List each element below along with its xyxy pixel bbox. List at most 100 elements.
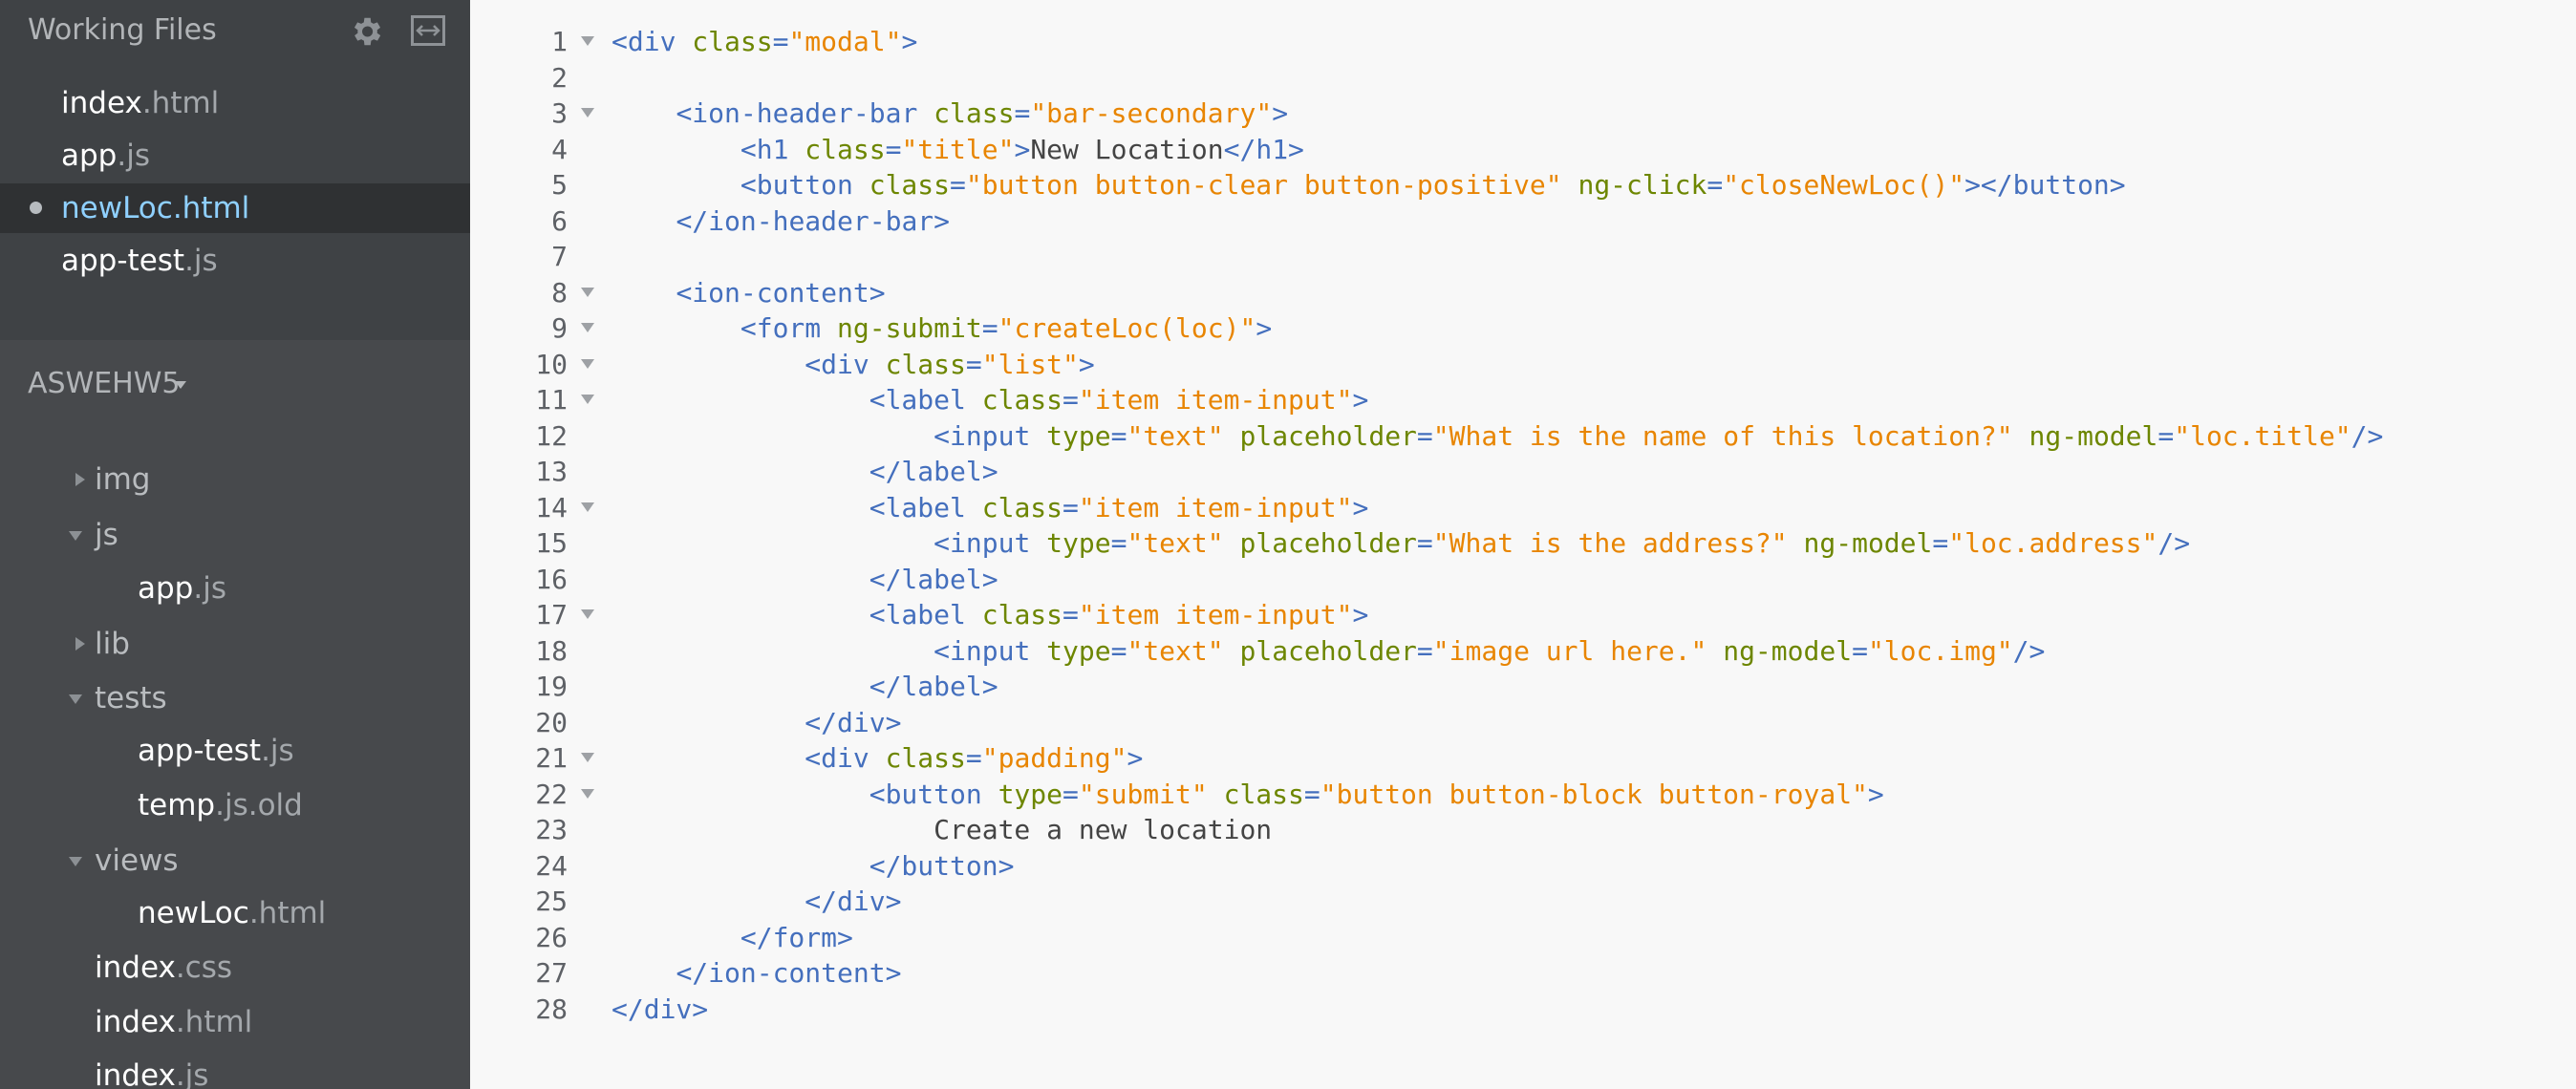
code-line[interactable]: 3 <ion-header-bar class="bar-secondary">	[470, 96, 2576, 132]
folder-name: lib	[95, 627, 130, 661]
split-view-icon[interactable]	[411, 15, 445, 46]
code-line[interactable]: 27 </ion-content>	[470, 955, 2576, 992]
tree-file[interactable]: app.js	[0, 564, 470, 613]
code-line[interactable]: 14 <label class="item item-input">	[470, 490, 2576, 526]
fold-triangle-icon[interactable]	[581, 753, 594, 762]
working-file-item[interactable]: app.js	[0, 131, 470, 181]
working-file-item[interactable]: index.html	[0, 78, 470, 128]
code-token: type	[1046, 527, 1111, 559]
tree-file[interactable]: newLoc.html	[0, 888, 470, 938]
file-extension: .html	[248, 896, 327, 930]
fold-triangle-icon[interactable]	[581, 323, 594, 332]
line-number: 3	[551, 97, 568, 129]
code-token: <input	[934, 634, 1047, 667]
code-token: "text"	[1127, 527, 1224, 559]
code-line[interactable]: 21 <div class="padding">	[470, 740, 2576, 777]
code-line[interactable]: 12 <input type="text" placeholder="What …	[470, 418, 2576, 455]
fold-triangle-icon[interactable]	[581, 287, 594, 297]
file-name: app-test	[61, 244, 185, 278]
line-number: 28	[535, 993, 568, 1025]
code-token: type	[1046, 419, 1111, 452]
code-line[interactable]: 22 <button type="submit" class="button b…	[470, 777, 2576, 813]
collapsed-triangle-icon[interactable]	[72, 619, 91, 669]
code-line[interactable]: 5 <button class="button button-clear but…	[470, 167, 2576, 203]
code-line[interactable]: 26 </form>	[470, 920, 2576, 956]
code-token: class	[1223, 778, 1304, 810]
project-header[interactable]: ASWEHW5	[0, 346, 470, 428]
code-line[interactable]: 28 </div>	[470, 992, 2576, 1028]
folder-name: js	[95, 518, 118, 552]
fold-triangle-icon[interactable]	[581, 108, 594, 117]
tree-file[interactable]: temp.js.old	[0, 780, 470, 830]
code-token: </label>	[869, 456, 998, 487]
project-name[interactable]: ASWEHW5	[28, 367, 181, 400]
code-line[interactable]: 18 <input type="text" placeholder="image…	[470, 633, 2576, 670]
code-line[interactable]: 20 </div>	[470, 705, 2576, 741]
code-line[interactable]: 16 </label>	[470, 562, 2576, 598]
project-dropdown-icon[interactable]	[175, 381, 186, 389]
code-line[interactable]: 19 </label>	[470, 669, 2576, 705]
line-number: 16	[535, 563, 568, 595]
code-line[interactable]: 4 <h1 class="title">New Location</h1>	[470, 132, 2576, 168]
code-token: "button button-clear button-positive"	[965, 169, 1562, 201]
tree-file[interactable]: index.js	[0, 1051, 470, 1089]
file-name: app	[61, 139, 118, 173]
code-line[interactable]: 17 <label class="item item-input">	[470, 597, 2576, 633]
code-token: </ion-header-bar>	[676, 204, 951, 237]
tree-folder[interactable]: lib	[0, 619, 470, 669]
line-number: 10	[535, 348, 568, 380]
working-file-item[interactable]: newLoc.html	[0, 183, 470, 233]
code-line[interactable]: 23 Create a new location	[470, 812, 2576, 848]
tree-folder[interactable]: img	[0, 455, 470, 504]
code-text: </ion-header-bar>	[612, 203, 950, 240]
fold-triangle-icon[interactable]	[581, 358, 594, 369]
code-token: class	[869, 169, 951, 201]
code-line[interactable]: 11 <label class="item item-input">	[470, 382, 2576, 418]
fold-triangle-icon[interactable]	[581, 609, 594, 619]
code-token: </label>	[869, 671, 998, 702]
code-text: <button type="submit" class="button butt…	[612, 777, 1884, 813]
collapsed-triangle-icon[interactable]	[72, 455, 91, 504]
code-token: =	[1063, 778, 1079, 810]
code-line[interactable]: 10 <div class="list">	[470, 347, 2576, 383]
code-line[interactable]: 24 </button>	[470, 848, 2576, 885]
tree-file[interactable]: index.html	[0, 997, 470, 1047]
code-editor[interactable]: 1 <div class="modal"> 2 3 <ion-header-bar c…	[470, 0, 2576, 1089]
tree-folder[interactable]: js	[0, 510, 470, 560]
working-file-item[interactable]: app-test.js	[0, 236, 470, 286]
code-token: </form>	[740, 921, 853, 953]
code-text: <input type="text" placeholder="image ur…	[612, 633, 2045, 670]
code-line[interactable]: 1 <div class="modal">	[470, 24, 2576, 60]
code-line[interactable]: 7	[470, 239, 2576, 275]
code-text: <label class="item item-input">	[612, 490, 1369, 526]
file-label: app.js	[138, 564, 226, 613]
fold-triangle-icon[interactable]	[581, 395, 594, 404]
code-line[interactable]: 15 <input type="text" placeholder="What …	[470, 525, 2576, 562]
tree-folder[interactable]: tests	[0, 673, 470, 723]
line-number: 9	[551, 312, 568, 344]
code-token: </h1>	[1223, 133, 1304, 165]
file-name: newLoc	[138, 896, 249, 930]
fold-triangle-icon[interactable]	[581, 36, 594, 46]
gear-icon[interactable]	[348, 13, 384, 50]
expanded-triangle-icon[interactable]	[69, 836, 88, 886]
tree-file[interactable]: app-test.js	[0, 726, 470, 776]
code-token: >	[1352, 599, 1369, 630]
code-token: class	[692, 26, 773, 57]
expanded-triangle-icon[interactable]	[69, 510, 88, 560]
code-token: "createLoc(loc)"	[998, 312, 1256, 344]
code-line[interactable]: 6 </ion-header-bar>	[470, 203, 2576, 240]
fold-triangle-icon[interactable]	[581, 788, 594, 799]
code-line[interactable]: 25 </div>	[470, 884, 2576, 920]
code-token: "item item-input"	[1078, 599, 1353, 630]
code-line[interactable]: 9 <form ng-submit="createLoc(loc)">	[470, 310, 2576, 347]
tree-folder[interactable]: views	[0, 836, 470, 886]
expanded-triangle-icon[interactable]	[69, 673, 88, 723]
code-line[interactable]: 13 </label>	[470, 454, 2576, 490]
code-line[interactable]: 2	[470, 60, 2576, 96]
file-extension: .js.old	[215, 788, 303, 822]
code-line[interactable]: 8 <ion-content>	[470, 275, 2576, 311]
fold-triangle-icon[interactable]	[581, 502, 594, 512]
tree-file[interactable]: index.css	[0, 943, 470, 993]
